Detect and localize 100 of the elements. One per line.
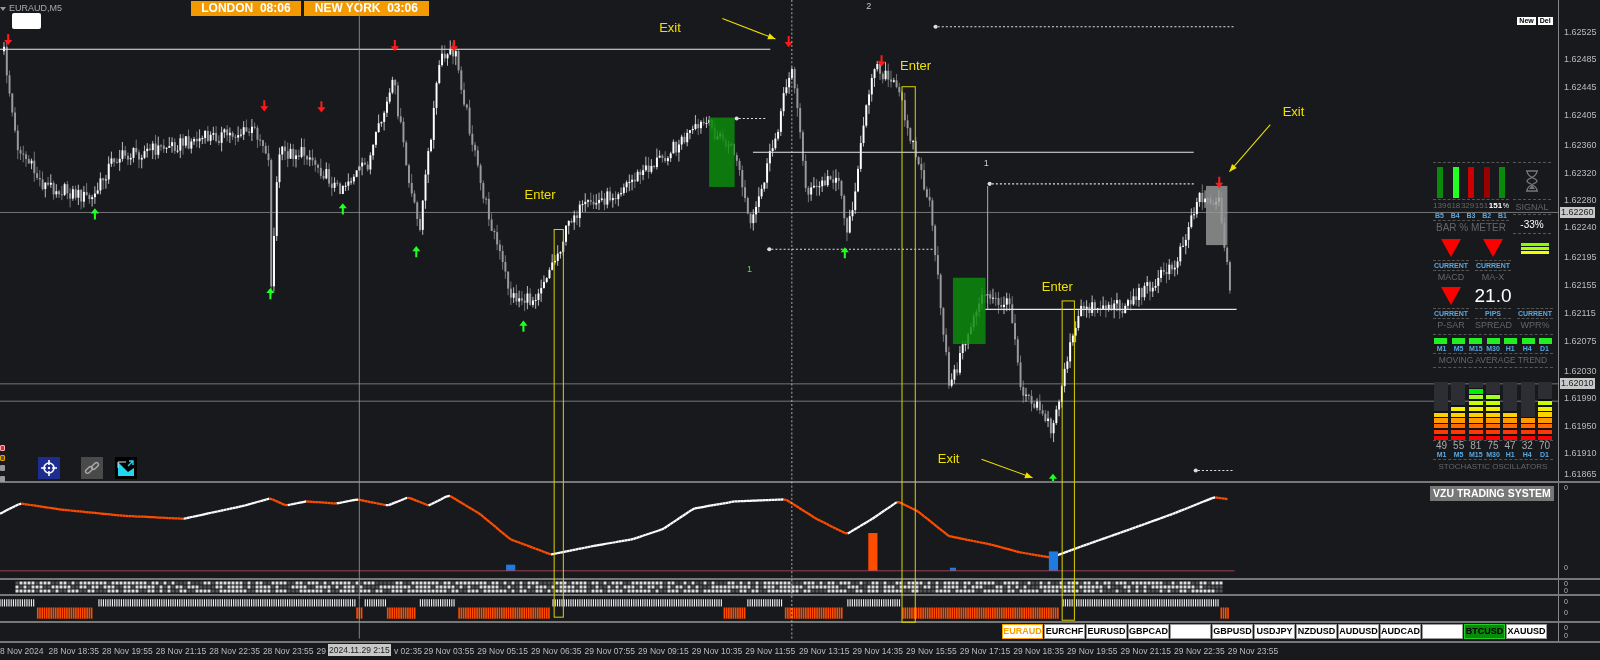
- chart-window-button[interactable]: [115, 457, 138, 480]
- zone-box: [709, 117, 735, 187]
- price-label: 1.61950: [1564, 421, 1597, 431]
- time-label: 28 Nov 19:55: [102, 646, 153, 656]
- panel-title: STOCHASTIC OSCILLATORS: [1437, 461, 1549, 473]
- symbol-tab[interactable]: BTCUSD: [1464, 624, 1505, 639]
- price-label: 1.62075: [1564, 336, 1597, 346]
- price-label: 1.62445: [1564, 82, 1597, 92]
- zone-box: [952, 277, 986, 345]
- buy-arrow-icon: [90, 208, 99, 220]
- time-label: 29 Nov 10:35: [691, 646, 743, 656]
- indicator-name: MACD: [1436, 271, 1466, 284]
- time-label: 29 Nov 03:55: [423, 646, 475, 656]
- sell-arrow-icon: [1215, 176, 1224, 188]
- symbol-tab[interactable]: GBPCAD: [1128, 624, 1169, 639]
- zone-box: [1206, 185, 1228, 246]
- panel-title: BAR % METER: [1435, 221, 1507, 234]
- time-label: 29 Nov 22:35: [1174, 646, 1225, 656]
- dotted-level-line: [734, 116, 766, 121]
- sell-arrow-icon: [4, 33, 13, 46]
- time-label: 29 Nov 13:15: [798, 646, 850, 656]
- symbol-tab[interactable]: AUDCAD: [1380, 624, 1421, 639]
- down-triangle-icon: [1441, 239, 1461, 257]
- wpr-bars-icon: [1521, 242, 1549, 254]
- indicator-name: MA-X: [1480, 271, 1506, 284]
- sell-arrow-icon: [784, 35, 793, 48]
- annotation-arrow: [1228, 124, 1271, 173]
- sell-arrow-icon: [317, 101, 326, 113]
- signal-bar: [868, 533, 878, 571]
- meter-value: 618: [1446, 200, 1461, 211]
- symbol-tab[interactable]: [1170, 624, 1211, 639]
- price-marker: 1.62260: [1560, 207, 1595, 218]
- time-label: 29 Nov 19:55: [1066, 646, 1118, 656]
- meter-value: 151: [1474, 200, 1489, 211]
- buy-arrow-icon: [338, 203, 347, 215]
- color-swatch[interactable]: [0, 465, 5, 472]
- price-label: 1.62485: [1564, 54, 1597, 64]
- symbol-tab[interactable]: AUDUSD: [1338, 624, 1379, 639]
- time-label: 29 Nov 11:55: [745, 646, 796, 656]
- link-button[interactable]: [80, 457, 103, 480]
- symbol-tab[interactable]: EURUSD: [1086, 624, 1127, 639]
- signal-bar: [949, 567, 956, 571]
- signal-value: -33%: [1513, 217, 1551, 234]
- dropdown-icon[interactable]: [0, 6, 6, 11]
- time-label: 29 Nov 18:35: [1013, 646, 1064, 656]
- time-label: 28 Nov 21:15: [155, 646, 207, 656]
- sell-arrow-icon: [390, 40, 399, 52]
- indicator-name: WPR%: [1519, 319, 1551, 332]
- color-swatch[interactable]: [0, 444, 5, 451]
- color-swatch[interactable]: [0, 455, 5, 462]
- time-label: 29 Nov 21:15: [1120, 646, 1172, 656]
- buy-arrow-icon: [412, 246, 421, 258]
- crosshair-icon: [40, 460, 57, 477]
- symbol-tab[interactable]: [1422, 624, 1463, 639]
- sell-arrow-icon: [260, 100, 269, 112]
- symbol-tab[interactable]: XAUUSD: [1506, 624, 1547, 639]
- meter-value: 329: [1460, 200, 1475, 211]
- time-label: 28 Nov 23:55: [262, 646, 314, 656]
- price-label: 1.61990: [1564, 393, 1597, 403]
- time-label: 29 Nov 14:35: [852, 646, 904, 656]
- price-label: 1.62405: [1564, 110, 1597, 120]
- price-label: 1.62360: [1564, 140, 1597, 150]
- meter-value: 151: [1488, 200, 1503, 211]
- symbol-tab[interactable]: EURCHF: [1044, 624, 1085, 639]
- down-triangle-icon: [1441, 287, 1461, 305]
- price-label: 1.62195: [1564, 252, 1597, 262]
- symbol-tab[interactable]: GBPUSD: [1212, 624, 1253, 639]
- marker-number: 1: [746, 263, 752, 277]
- annotation-arrow: [721, 18, 776, 40]
- price-label: 1.61910: [1564, 448, 1597, 458]
- symbol-tab[interactable]: USDJPY: [1254, 624, 1295, 639]
- crosshair-button[interactable]: [37, 457, 60, 480]
- cursor-time-label: 2024.11.29 2:15: [328, 644, 391, 656]
- time-label: 29 Nov 09:15: [638, 646, 689, 656]
- blank-button[interactable]: [12, 13, 42, 30]
- time-label: 29 Nov 15:55: [906, 646, 957, 656]
- oscillator-value: 47: [1503, 441, 1517, 451]
- session-clock: LONDON 08:06: [190, 1, 301, 16]
- time-label: 29: [316, 646, 326, 656]
- symbol-tab[interactable]: NZDUSD: [1296, 624, 1337, 639]
- signal-bar: [506, 564, 516, 571]
- buy-arrow-icon: [1048, 473, 1058, 481]
- annotation-label: Exit: [1282, 103, 1305, 122]
- annotation-label: Enter: [900, 57, 932, 76]
- marker-number: 1: [983, 157, 989, 171]
- symbol-label: EURAUD,M5: [9, 2, 62, 16]
- price-label: 1.62320: [1564, 168, 1597, 178]
- annotation-label: Exit: [937, 449, 960, 468]
- price-label: 1.62115: [1564, 308, 1596, 318]
- price-label: 1.62280: [1564, 195, 1597, 205]
- color-swatch[interactable]: [0, 475, 5, 482]
- signal-title: SIGNAL: [1513, 199, 1551, 215]
- annotation-label: Enter: [1041, 277, 1073, 296]
- meter-value: 139: [1433, 200, 1447, 211]
- buy-arrow-icon: [266, 287, 275, 300]
- sell-arrow-icon: [449, 40, 459, 52]
- time-label: 29 Nov 17:15: [959, 646, 1011, 656]
- annotation-label: Exit: [659, 19, 681, 38]
- time-label: 29 Nov 23:55: [1227, 646, 1279, 656]
- signal-bar: [1048, 551, 1059, 571]
